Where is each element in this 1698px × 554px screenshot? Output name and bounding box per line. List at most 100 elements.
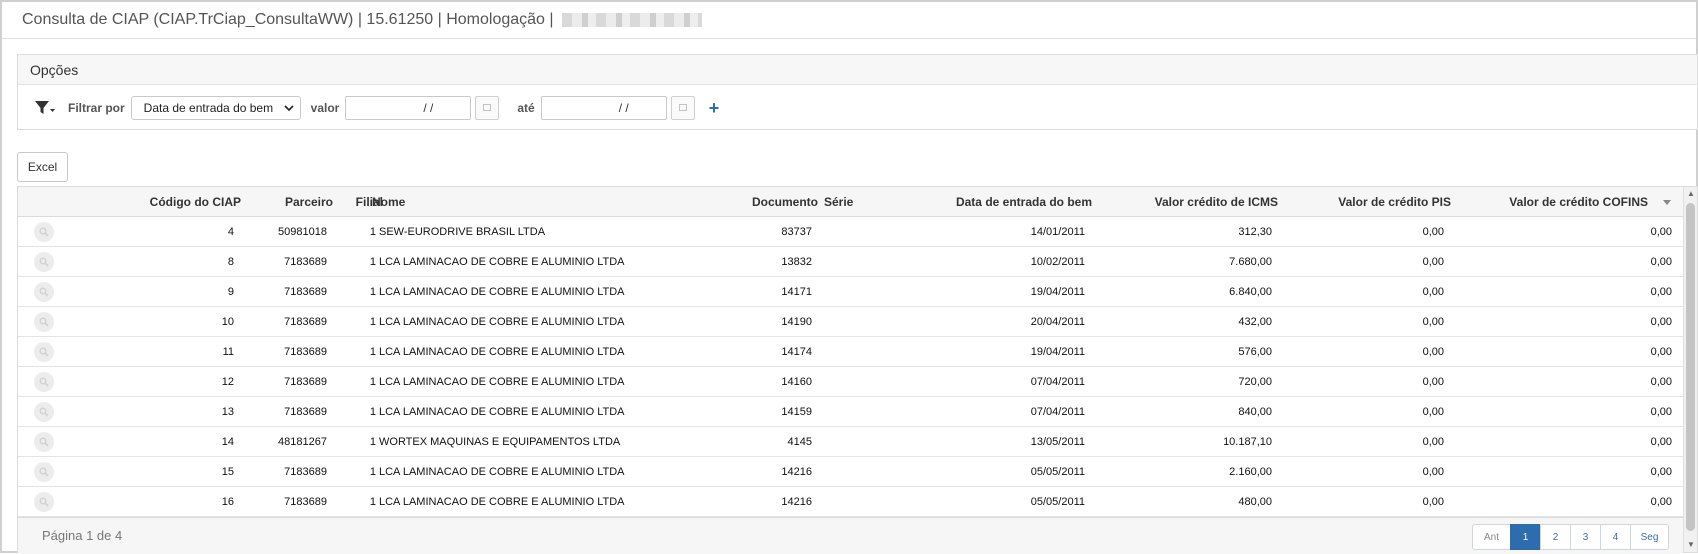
view-record-icon[interactable] bbox=[34, 252, 54, 272]
vertical-scrollbar[interactable]: ▲ ▼ bbox=[1683, 187, 1697, 552]
col-header-documento[interactable]: Documento bbox=[718, 187, 818, 217]
cell-icms: 6.840,00 bbox=[1229, 286, 1272, 298]
cell-icms: 2.160,00 bbox=[1229, 466, 1272, 478]
col-header-codigo[interactable]: Código do CIAP bbox=[118, 187, 241, 217]
col-header-data[interactable]: Data de entrada do bem bbox=[878, 187, 1092, 217]
col-header-parceiro[interactable]: Parceiro bbox=[248, 187, 333, 217]
chevron-down-icon bbox=[284, 101, 294, 115]
scroll-up-arrow-icon[interactable]: ▲ bbox=[1686, 189, 1696, 199]
table-row[interactable]: 11 7183689 1 LCA LAMINACAO DE COBRE E AL… bbox=[18, 337, 1683, 367]
cell-cofins: 0,00 bbox=[1650, 496, 1672, 508]
cell-data: 07/04/2011 bbox=[1030, 376, 1085, 388]
table-row[interactable]: 16 7183689 1 LCA LAMINACAO DE COBRE E AL… bbox=[18, 487, 1683, 517]
page-button-4[interactable]: 4 bbox=[1600, 524, 1631, 550]
col-header-icms[interactable]: Valor crédito de ICMS bbox=[1098, 187, 1278, 217]
sort-caret-icon[interactable] bbox=[1663, 187, 1677, 217]
filter-row: Filtrar por Data de entrada do bem valor… bbox=[18, 85, 1697, 131]
cell-parceiro: 7183689 bbox=[284, 496, 327, 508]
cell-cofins: 0,00 bbox=[1650, 286, 1672, 298]
cell-pis: 0,00 bbox=[1422, 496, 1444, 508]
calendar-icon bbox=[483, 103, 492, 113]
grid-header: Código do CIAP Parceiro Filial Nome Docu… bbox=[18, 187, 1683, 217]
table-row[interactable]: 14 48181267 1 WORTEX MAQUINAS E EQUIPAME… bbox=[18, 427, 1683, 457]
view-record-icon[interactable] bbox=[34, 492, 54, 512]
cell-data: 05/05/2011 bbox=[1030, 496, 1085, 508]
col-header-cofins[interactable]: Valor de crédito COFINS bbox=[1458, 187, 1648, 217]
cell-filial: 1 bbox=[369, 406, 376, 418]
cell-pis: 0,00 bbox=[1422, 286, 1444, 298]
page-button-1[interactable]: 1 bbox=[1510, 524, 1541, 550]
filter-field-select[interactable]: Data de entrada do bem bbox=[130, 96, 301, 120]
cell-serie bbox=[824, 487, 874, 517]
cell-filial: 1 bbox=[369, 286, 376, 298]
cell-icms: 576,00 bbox=[1238, 346, 1272, 358]
cell-nome: LCA LAMINACAO DE COBRE E ALUMINIO LTDA bbox=[379, 346, 625, 358]
cell-icms: 7.680,00 bbox=[1229, 256, 1272, 268]
filter-field-value: Data de entrada do bem bbox=[143, 101, 274, 115]
cell-cofins: 0,00 bbox=[1650, 466, 1672, 478]
prev-page-button[interactable]: Ant bbox=[1472, 524, 1511, 550]
to-calendar-button[interactable] bbox=[670, 96, 695, 120]
cell-filial: 1 bbox=[369, 316, 376, 328]
cell-pis: 0,00 bbox=[1422, 436, 1444, 448]
scrollbar-thumb[interactable] bbox=[1686, 203, 1695, 531]
table-row[interactable]: 4 50981018 1 SEW-EURODRIVE BRASIL LTDA 8… bbox=[18, 217, 1683, 247]
excel-export-button[interactable]: Excel bbox=[17, 152, 68, 182]
cell-serie bbox=[824, 337, 874, 367]
cell-serie bbox=[824, 277, 874, 307]
cell-cofins: 0,00 bbox=[1650, 256, 1672, 268]
options-title: Opções bbox=[30, 61, 79, 78]
page-title: Consulta de CIAP (CIAP.TrCiap_ConsultaWW… bbox=[22, 11, 554, 28]
cell-pis: 0,00 bbox=[1422, 256, 1444, 268]
table-row[interactable]: 8 7183689 1 LCA LAMINACAO DE COBRE E ALU… bbox=[18, 247, 1683, 277]
cell-pis: 0,00 bbox=[1422, 376, 1444, 388]
cell-serie bbox=[824, 457, 874, 487]
cell-filial: 1 bbox=[369, 436, 376, 448]
cell-codigo: 9 bbox=[227, 286, 234, 298]
to-date-input[interactable]: / / bbox=[540, 96, 667, 120]
table-row[interactable]: 9 7183689 1 LCA LAMINACAO DE COBRE E ALU… bbox=[18, 277, 1683, 307]
cell-serie bbox=[824, 367, 874, 397]
view-record-icon[interactable] bbox=[34, 222, 54, 242]
cell-icms: 480,00 bbox=[1238, 496, 1272, 508]
cell-nome: LCA LAMINACAO DE COBRE E ALUMINIO LTDA bbox=[379, 316, 625, 328]
view-record-icon[interactable] bbox=[34, 402, 54, 422]
cell-parceiro: 7183689 bbox=[284, 466, 327, 478]
from-date-input[interactable]: / / bbox=[345, 96, 472, 120]
page-button-2[interactable]: 2 bbox=[1540, 524, 1571, 550]
next-page-button[interactable]: Seg bbox=[1630, 524, 1669, 550]
table-row[interactable]: 13 7183689 1 LCA LAMINACAO DE COBRE E AL… bbox=[18, 397, 1683, 427]
cell-documento: 4145 bbox=[787, 436, 812, 448]
view-record-icon[interactable] bbox=[34, 342, 54, 362]
cell-cofins: 0,00 bbox=[1650, 226, 1672, 238]
cell-documento: 14159 bbox=[781, 406, 812, 418]
table-row[interactable]: 12 7183689 1 LCA LAMINACAO DE COBRE E AL… bbox=[18, 367, 1683, 397]
cell-codigo: 4 bbox=[227, 226, 234, 238]
cell-codigo: 10 bbox=[221, 316, 234, 328]
view-record-icon[interactable] bbox=[34, 432, 54, 452]
cell-codigo: 11 bbox=[222, 346, 234, 358]
view-record-icon[interactable] bbox=[34, 462, 54, 482]
table-row[interactable]: 15 7183689 1 LCA LAMINACAO DE COBRE E AL… bbox=[18, 457, 1683, 487]
view-record-icon[interactable] bbox=[34, 372, 54, 392]
cell-filial: 1 bbox=[369, 376, 376, 388]
col-header-serie[interactable]: Série bbox=[824, 187, 874, 217]
table-row[interactable]: 10 7183689 1 LCA LAMINACAO DE COBRE E AL… bbox=[18, 307, 1683, 337]
view-record-icon[interactable] bbox=[34, 312, 54, 332]
cell-cofins: 0,00 bbox=[1650, 406, 1672, 418]
cell-serie bbox=[824, 427, 874, 457]
page-button-3[interactable]: 3 bbox=[1570, 524, 1601, 550]
add-filter-button[interactable]: + bbox=[709, 98, 720, 119]
view-record-icon[interactable] bbox=[34, 282, 54, 302]
filter-by-label: Filtrar por bbox=[68, 101, 125, 115]
col-header-nome[interactable]: Nome bbox=[372, 187, 572, 217]
cell-pis: 0,00 bbox=[1422, 226, 1444, 238]
col-header-pis[interactable]: Valor de crédito PIS bbox=[1278, 187, 1451, 217]
filter-funnel-icon[interactable] bbox=[34, 98, 60, 118]
scroll-down-arrow-icon[interactable]: ▼ bbox=[1686, 540, 1696, 550]
cell-documento: 83737 bbox=[781, 226, 812, 238]
cell-documento: 14174 bbox=[781, 346, 812, 358]
cell-parceiro: 50981018 bbox=[278, 226, 327, 238]
from-calendar-button[interactable] bbox=[475, 96, 500, 120]
page-title-bar: Consulta de CIAP (CIAP.TrCiap_ConsultaWW… bbox=[2, 2, 1696, 39]
